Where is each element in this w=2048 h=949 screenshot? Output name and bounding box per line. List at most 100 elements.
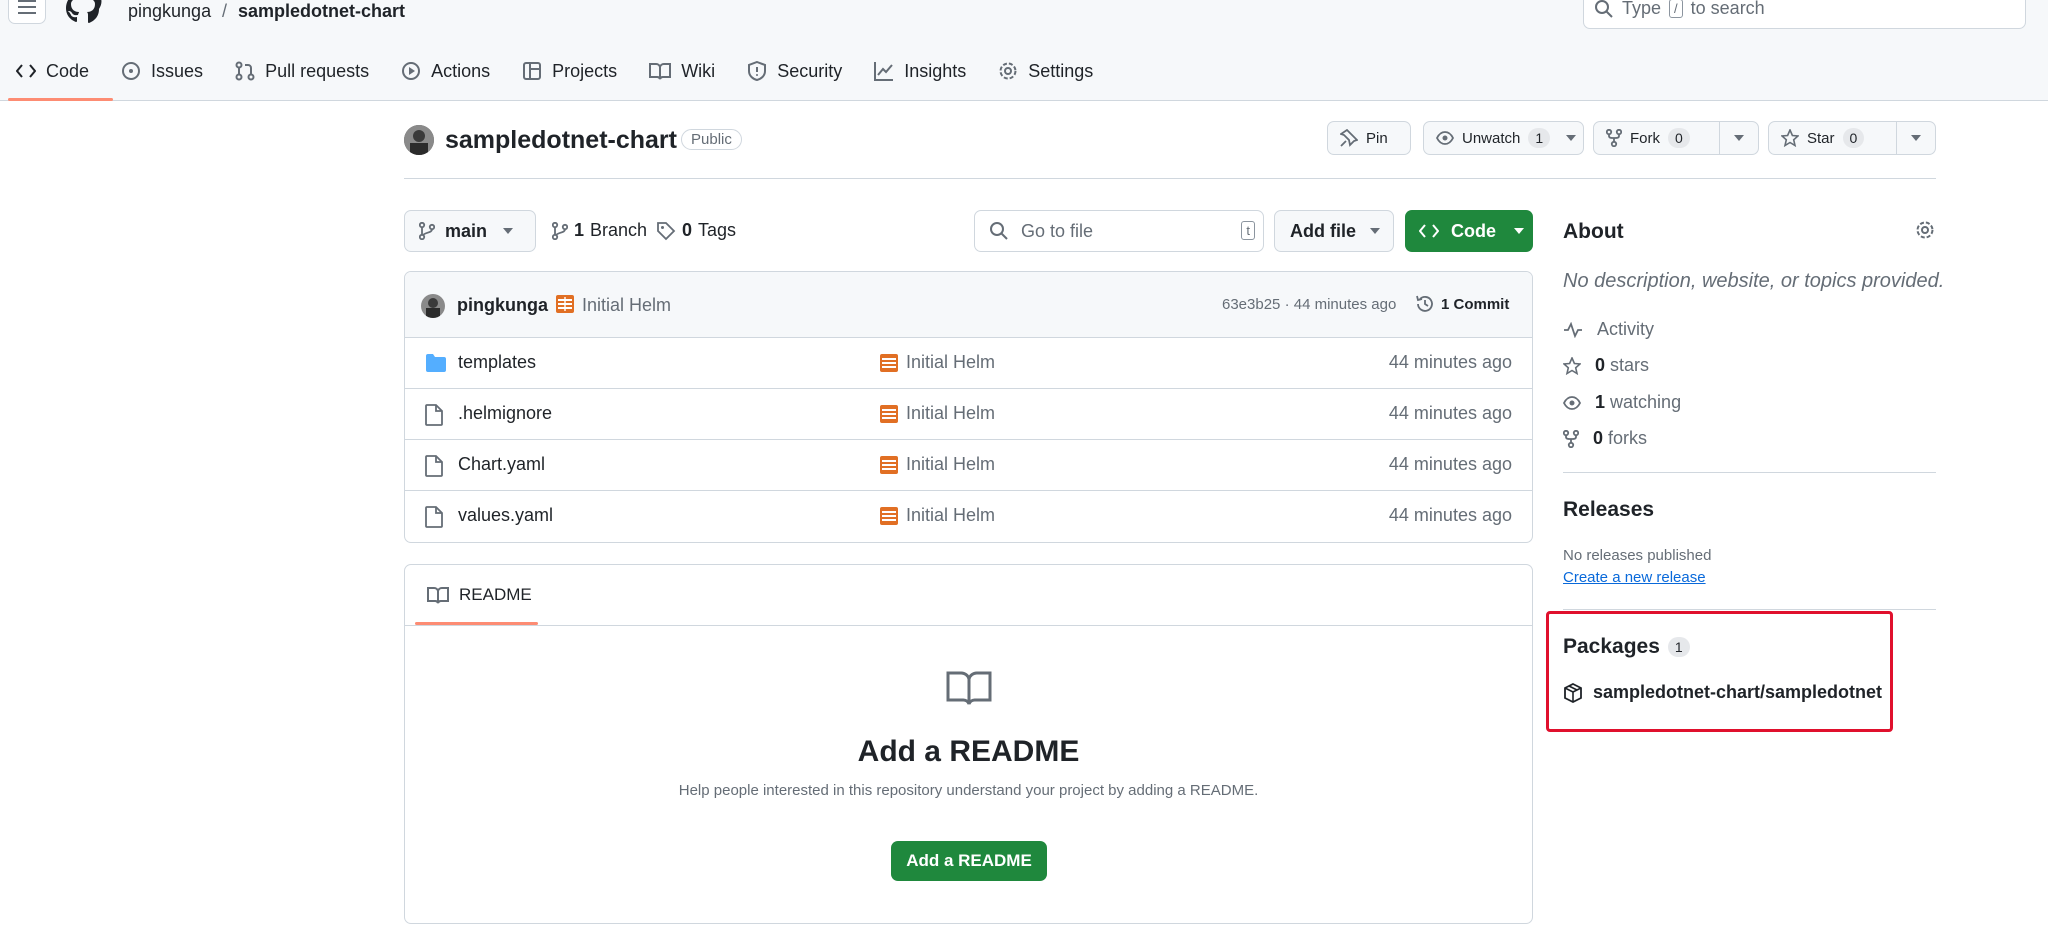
- tags-link[interactable]: 0 Tags: [656, 220, 736, 241]
- tab-code[interactable]: Code: [0, 52, 114, 101]
- search-input[interactable]: Type / to search: [1583, 0, 2026, 29]
- pin-button[interactable]: Pin: [1327, 121, 1411, 155]
- readme-divider: [405, 625, 1532, 626]
- file-name[interactable]: templates: [458, 352, 536, 373]
- star-dropdown[interactable]: [1895, 122, 1935, 154]
- search-shortcut-key: /: [1669, 0, 1683, 18]
- caret-down-icon: [1370, 228, 1380, 234]
- watching-link[interactable]: 1 watching: [1563, 392, 1681, 413]
- activity-link[interactable]: Activity: [1563, 319, 1654, 340]
- tab-issues[interactable]: Issues: [105, 52, 219, 90]
- commit-author-avatar[interactable]: [421, 294, 445, 318]
- watch-dropdown[interactable]: [1558, 122, 1583, 154]
- readme-panel: README Add a README Help people interest…: [404, 564, 1533, 924]
- star-icon: [1781, 129, 1799, 147]
- gear-icon[interactable]: [1915, 220, 1935, 240]
- about-divider: [1563, 472, 1936, 473]
- tab-actions-label: Actions: [431, 60, 491, 81]
- about-title: About: [1563, 220, 1624, 243]
- file-name[interactable]: .helmignore: [458, 403, 552, 424]
- repo-title[interactable]: sampledotnet-chart: [445, 126, 677, 155]
- add-file-label: Add file: [1290, 220, 1356, 241]
- tab-wiki[interactable]: Wiki: [633, 52, 731, 90]
- tab-actions[interactable]: Actions: [385, 52, 506, 90]
- breadcrumb-owner[interactable]: pingkunga: [128, 1, 211, 22]
- tab-issues-label: Issues: [151, 60, 204, 81]
- file-commit-message[interactable]: Initial Helm: [880, 352, 995, 373]
- breadcrumb-separator: /: [222, 1, 228, 21]
- forks-label: forks: [1608, 428, 1648, 448]
- file-row-chart-yaml[interactable]: Chart.yaml Initial Helm 44 minutes ago: [405, 440, 1532, 491]
- helm-commit-icon: [556, 295, 574, 313]
- caret-down-icon: [1514, 228, 1524, 234]
- gear-icon: [999, 62, 1017, 80]
- watching-count: 1: [1595, 392, 1606, 412]
- tab-security[interactable]: Security: [731, 52, 858, 90]
- commit-hash-time[interactable]: 63e3b25 · 44 minutes ago: [1222, 296, 1396, 313]
- go-to-file-input[interactable]: Go to file t: [974, 210, 1264, 252]
- search-icon: [990, 222, 1008, 240]
- branch-name: main: [445, 220, 488, 241]
- tab-settings[interactable]: Settings: [982, 52, 1109, 90]
- packages-count: 1: [1667, 637, 1690, 657]
- code-button-label: Code: [1451, 220, 1496, 241]
- file-row-values-yaml[interactable]: values.yaml Initial Helm 44 minutes ago: [405, 491, 1532, 542]
- search-icon: [1595, 0, 1613, 18]
- about-description: No description, website, or topics provi…: [1563, 270, 1945, 292]
- file-name[interactable]: values.yaml: [458, 505, 553, 526]
- stars-label: stars: [1610, 355, 1650, 375]
- releases-divider: [1563, 609, 1936, 610]
- caret-down-icon: [503, 228, 514, 234]
- no-releases-text: No releases published: [1563, 547, 1712, 564]
- tab-pull-requests-label: Pull requests: [265, 60, 370, 81]
- tab-insights[interactable]: Insights: [858, 52, 982, 90]
- readme-tab[interactable]: README: [427, 585, 532, 605]
- commit-author[interactable]: pingkunga: [457, 295, 548, 316]
- branch-icon: [419, 222, 435, 240]
- commit-message[interactable]: Initial Helm: [582, 295, 671, 316]
- book-icon: [649, 63, 672, 80]
- file-commit-message-text: Initial Helm: [906, 505, 996, 525]
- create-release-link[interactable]: Create a new release: [1563, 569, 1706, 586]
- helm-commit-icon: [880, 506, 898, 525]
- file-age: 44 minutes ago: [1388, 505, 1512, 525]
- packages-title[interactable]: Packages: [1563, 635, 1660, 659]
- file-commit-message[interactable]: Initial Helm: [880, 505, 995, 526]
- file-row-helmignore[interactable]: .helmignore Initial Helm 44 minutes ago: [405, 389, 1532, 440]
- commits-count-label: 1 Commit: [1441, 295, 1510, 313]
- code-icon: [16, 64, 36, 78]
- fork-dropdown[interactable]: [1718, 122, 1758, 154]
- fork-label: Fork: [1630, 129, 1660, 147]
- branch-selector[interactable]: main: [404, 210, 536, 252]
- releases-title[interactable]: Releases: [1563, 498, 1654, 522]
- repo-tabs: Code Issues Pull requests Actions Projec…: [0, 52, 1109, 101]
- code-button[interactable]: Code: [1405, 210, 1533, 252]
- add-file-button[interactable]: Add file: [1274, 210, 1394, 252]
- file-commit-message[interactable]: Initial Helm: [880, 403, 995, 424]
- file-commit-message[interactable]: Initial Helm: [880, 454, 995, 475]
- star-button[interactable]: Star 0: [1768, 121, 1936, 155]
- title-divider: [404, 178, 1936, 179]
- latest-commit-row: pingkunga Initial Helm 63e3b25 · 44 minu…: [405, 272, 1532, 338]
- repo-owner-avatar[interactable]: [404, 125, 434, 155]
- tab-projects[interactable]: Projects: [506, 52, 633, 90]
- helm-commit-icon: [880, 404, 898, 423]
- add-readme-button[interactable]: Add a README: [891, 841, 1047, 881]
- tab-pull-requests[interactable]: Pull requests: [219, 52, 385, 90]
- breadcrumb-repo[interactable]: sampledotnet-chart: [238, 1, 405, 22]
- menu-button[interactable]: [8, 0, 46, 24]
- readme-tab-label: README: [459, 585, 532, 604]
- tab-wiki-label: Wiki: [681, 60, 716, 81]
- branches-link[interactable]: 1 Branch: [552, 220, 647, 241]
- unwatch-button[interactable]: Unwatch 1: [1423, 121, 1584, 155]
- forks-link[interactable]: 0 forks: [1563, 428, 1647, 449]
- commits-history-link[interactable]: 1 Commit: [1415, 294, 1509, 314]
- file-row-templates[interactable]: templates Initial Helm 44 minutes ago: [405, 338, 1532, 389]
- package-item[interactable]: sampledotnet-chart/sampledotnet: [1563, 682, 1882, 703]
- stars-link[interactable]: 0 stars: [1563, 355, 1649, 376]
- file-name[interactable]: Chart.yaml: [458, 454, 545, 475]
- tags-count: 0: [682, 220, 693, 240]
- fork-button[interactable]: Fork 0: [1593, 121, 1759, 155]
- github-logo-icon[interactable]: [66, 0, 106, 26]
- branches-label: Branch: [590, 220, 648, 240]
